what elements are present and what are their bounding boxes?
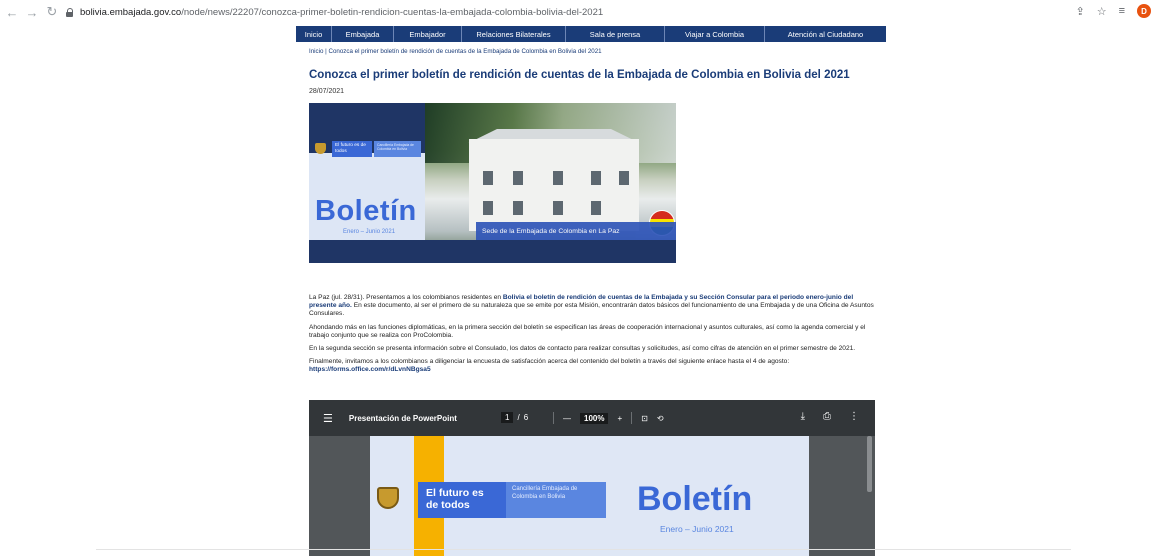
share-icon[interactable]: ⇪ — [1075, 5, 1084, 18]
forward-arrow-icon[interactable]: → — [24, 4, 40, 20]
futuro-label: El futuro es de todos — [418, 482, 506, 518]
window — [619, 171, 629, 185]
paragraph-1: La Paz (jul. 28/31). Presentamos a los c… — [309, 294, 875, 319]
breadcrumb[interactable]: Inicio | Conozca el primer boletín de re… — [309, 48, 879, 58]
period-label: Enero – Junio 2021 — [660, 524, 734, 534]
futuro-label: El futuro es de todos — [332, 141, 372, 157]
p1-text-a: La Paz (jul. 28/31). Presentamos a los c… — [309, 294, 503, 301]
nav-item-inicio[interactable]: Inicio — [296, 26, 332, 42]
pdf-title: Presentación de PowerPoint — [348, 413, 457, 423]
period-label: Enero – Junio 2021 — [343, 229, 396, 235]
nav-item-embajador[interactable]: Embajador — [394, 26, 462, 42]
window — [513, 171, 523, 185]
flag-red — [650, 211, 674, 220]
p1-text-b: En este documento, al ser el primero de … — [309, 302, 874, 318]
window — [483, 171, 493, 185]
nav-item-relaciones[interactable]: Relaciones Bilaterales — [462, 26, 566, 42]
site-nav: Inicio Embajada Embajador Relaciones Bil… — [296, 26, 886, 42]
article-date: 28/07/2021 — [309, 88, 345, 95]
pdf-scrollbar[interactable] — [867, 436, 872, 492]
article-header: Inicio | Conozca el primer boletín de re… — [309, 48, 879, 95]
boletin-heading: Boletín — [315, 195, 417, 227]
page-title: Conozca el primer boletín de rendición d… — [309, 69, 850, 81]
zoom-in-icon[interactable]: + — [617, 414, 622, 423]
paragraph-4: Finalmente, invitamos a los colombianos … — [309, 358, 875, 374]
star-icon[interactable]: ☆ — [1097, 5, 1107, 18]
nav-item-embajada[interactable]: Embajada — [332, 26, 394, 42]
reading-list-icon[interactable]: ≡ — [1119, 5, 1125, 17]
url-domain: bolivia.embajada.gov.co — [80, 6, 182, 18]
embassy-building — [469, 139, 639, 231]
survey-link[interactable]: https://forms.office.com/r/dLvnNBgsa5 — [309, 366, 431, 373]
divider — [631, 412, 633, 424]
menu-icon[interactable]: ☰ — [323, 412, 333, 425]
print-icon[interactable]: ⎙ — [823, 411, 831, 422]
coat-of-arms-icon — [377, 487, 399, 509]
pdf-actions: ⤓ ⎙ ⋮ — [801, 411, 859, 422]
pdf-page: El futuro es de todos Cancillería Embaja… — [370, 436, 809, 556]
pdf-viewer: ☰ Presentación de PowerPoint 1 / 6 — 100… — [309, 400, 875, 556]
page-separator: / — [517, 413, 520, 422]
coat-of-arms-icon — [315, 143, 326, 154]
browser-toolbar: ← → ↻ bolivia.embajada.gov.co /node/news… — [0, 0, 1167, 24]
article-body: La Paz (jul. 28/31). Presentamos a los c… — [309, 294, 875, 380]
divider — [553, 412, 554, 424]
zoom-controls: — 100% + ⊡ ⟲ — [553, 412, 664, 424]
back-arrow-icon[interactable]: ← — [4, 4, 20, 20]
more-options-icon[interactable]: ⋮ — [849, 411, 859, 422]
pdf-toolbar: ☰ Presentación de PowerPoint 1 / 6 — 100… — [309, 400, 875, 436]
reload-icon[interactable]: ↻ — [44, 4, 60, 20]
page-indicator: 1 / 6 — [501, 412, 528, 423]
window — [591, 171, 601, 185]
photo-caption: Sede de la Embajada de Colombia en La Pa… — [476, 222, 676, 240]
paragraph-2: Ahondando más en las funciones diplomáti… — [309, 323, 866, 339]
nav-item-atencion[interactable]: Atención al Ciudadano — [765, 26, 886, 42]
download-icon[interactable]: ⤓ — [801, 411, 805, 422]
window — [483, 201, 493, 215]
hero-panel: El futuro es de todos Cancillería Embaja… — [309, 121, 425, 241]
cancilleria-label: Cancillería Embajada de Colombia en Boli… — [374, 141, 421, 157]
page-input[interactable]: 1 — [501, 412, 514, 423]
window — [591, 201, 601, 215]
cancilleria-label: Cancillería Embajada de Colombia en Boli… — [506, 482, 606, 518]
hero-bottom-band — [309, 240, 676, 263]
fit-page-icon[interactable]: ⊡ — [641, 414, 648, 423]
zoom-level[interactable]: 100% — [580, 412, 609, 424]
address-bar[interactable]: bolivia.embajada.gov.co /node/news/22207… — [66, 3, 1066, 21]
page-total: 6 — [523, 413, 529, 422]
window — [553, 171, 563, 185]
p4-text: Finalmente, invitamos a los colombianos … — [309, 358, 790, 366]
zoom-out-icon[interactable]: — — [563, 414, 571, 423]
boletin-heading: Boletín — [637, 480, 753, 518]
nav-item-sala-prensa[interactable]: Sala de prensa — [566, 26, 665, 42]
window — [553, 201, 563, 215]
rotate-icon[interactable]: ⟲ — [657, 414, 664, 423]
nav-item-viajar[interactable]: Viajar a Colombia — [665, 26, 765, 42]
window — [513, 201, 523, 215]
divider — [96, 549, 1071, 550]
url-path: /node/news/22207/conozca-primer-boletin-… — [181, 6, 604, 18]
lock-icon — [66, 7, 74, 17]
profile-avatar[interactable]: D — [1137, 4, 1151, 18]
paragraph-3: En la segunda sección se presenta inform… — [309, 345, 856, 353]
